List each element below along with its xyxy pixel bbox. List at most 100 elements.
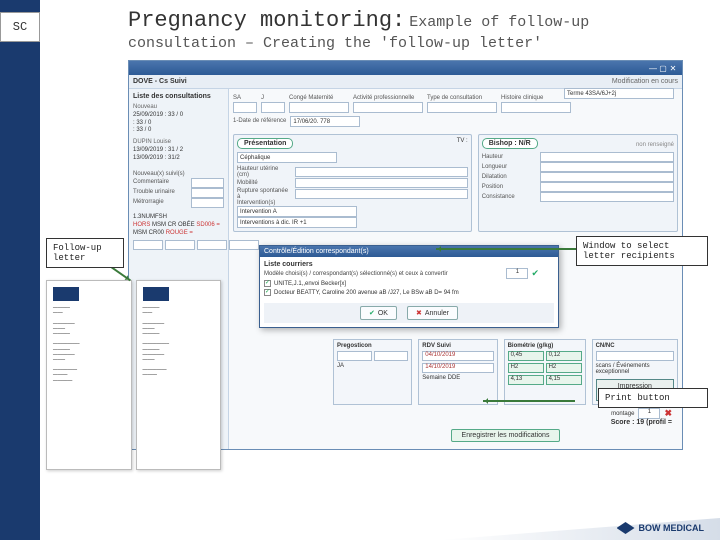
metro-input[interactable]	[191, 198, 224, 208]
window-controls[interactable]: —▢✕	[648, 64, 678, 73]
title-line2: consultation – Creating the 'follow-up l…	[128, 35, 710, 52]
preg-title: Pregosticon	[337, 343, 408, 349]
slide-title: Pregnancy monitoring: Example of follow-…	[128, 8, 710, 52]
biom-val[interactable]: H2	[508, 363, 544, 373]
app-titlebar: —▢✕	[129, 61, 682, 75]
ok-button[interactable]: ✔OK	[360, 306, 397, 320]
b-cons-inp[interactable]	[540, 192, 674, 202]
ja-lbl: JA	[337, 363, 344, 369]
hors-label: HORS	[133, 222, 150, 228]
preg-box: Pregosticon JA	[333, 339, 412, 405]
biom-val[interactable]: 4,15	[546, 375, 582, 385]
haut-inp[interactable]	[295, 167, 468, 177]
list-item[interactable]: 13/09/2019 : 31/2	[133, 155, 224, 163]
sd006-label: SD006 =	[196, 222, 220, 228]
bl-inp[interactable]	[133, 240, 163, 250]
conge-lbl: Congé Maternité	[289, 95, 349, 101]
blood-row: 1.3NUMFSH	[133, 214, 224, 222]
modif-status: Modification en cours	[612, 78, 678, 85]
date1[interactable]: 04/10/2019	[422, 351, 493, 361]
doc-logo	[143, 287, 169, 301]
footer: BOW MEDICAL	[0, 504, 720, 540]
montage-lbl: montage	[611, 411, 634, 417]
b-pos-inp[interactable]	[540, 182, 674, 192]
cancel-button[interactable]: ✖Annuler	[407, 306, 458, 320]
rouge-label: ROUGE =	[166, 230, 193, 236]
mob-lbl: Mobilité	[237, 180, 292, 186]
comment-input[interactable]	[191, 178, 224, 188]
act-input[interactable]	[353, 102, 423, 113]
correspondent-dialog: Contrôle/Édition correspondant(s) Liste …	[259, 245, 559, 328]
check-icon[interactable]: ✔	[531, 268, 539, 279]
trouble-input[interactable]	[191, 188, 224, 198]
lbl-metro: Métrorragie	[133, 199, 188, 207]
list-item[interactable]: : 33 / 0	[133, 120, 224, 128]
hist-lbl: Histoire clinique	[501, 95, 571, 101]
biom-val[interactable]: H2	[546, 363, 582, 373]
ceph-field[interactable]: Céphalique	[237, 152, 337, 163]
score-lbl: Score :	[611, 419, 635, 426]
hist-input[interactable]	[501, 102, 571, 113]
checkbox-icon[interactable]	[264, 289, 271, 296]
callout-followup: Follow-up letter	[46, 238, 124, 268]
cn-inp[interactable]	[596, 351, 674, 361]
b-dil-lbl: Dilatation	[482, 174, 537, 180]
sc-badge: SC	[0, 12, 40, 42]
checkbox-icon[interactable]	[264, 280, 271, 287]
tv-lbl: TV :	[457, 138, 468, 152]
patient-tab[interactable]: DOVE - Cs Suivi	[133, 78, 187, 85]
list-item[interactable]: 25/09/2019 : 33 / 0	[133, 112, 224, 120]
count-field[interactable]: 1	[506, 268, 528, 279]
sa-input[interactable]	[233, 102, 257, 113]
date2[interactable]: 14/10/2019	[422, 363, 493, 373]
interv-a[interactable]: Intervention A	[237, 206, 357, 217]
recipient-item[interactable]: UNITE,J.1,,envoi Becker[x]	[264, 279, 554, 288]
biom-title: Biométrie (g/kg)	[508, 343, 582, 349]
date-ref-val[interactable]: 17/06/20. 778	[290, 116, 360, 127]
delete-icon[interactable]: ✖	[664, 408, 672, 419]
preg-inp[interactable]	[337, 351, 372, 361]
list-item[interactable]: 13/09/2019 : 31 / 2	[133, 147, 224, 155]
act-lbl: Activité professionnelle	[353, 95, 423, 101]
conge-input[interactable]	[289, 102, 349, 113]
logo-icon	[617, 522, 635, 534]
sa-lbl: SA	[233, 95, 257, 101]
j-lbl: J	[261, 95, 285, 101]
biom-val[interactable]: 0,45	[508, 351, 544, 361]
grp1-lbl: Nouveau	[133, 104, 224, 112]
rupt-lbl: Rupture spontanée à	[237, 188, 292, 200]
bl-inp[interactable]	[197, 240, 227, 250]
minimize-icon: —	[648, 64, 658, 73]
recipient-text: UNITE,J.1,,envoi Becker[x]	[274, 281, 346, 287]
type-lbl: Type de consultation	[427, 95, 497, 101]
montage-num[interactable]: 1	[638, 408, 660, 419]
slide-sidebar	[0, 0, 40, 540]
mob-inp[interactable]	[295, 178, 468, 188]
j-input[interactable]	[261, 102, 285, 113]
interv-b[interactable]: Interventions à dic. IR +1	[237, 217, 357, 228]
save-button[interactable]: Enregistrer les modifications	[451, 429, 561, 442]
presentation-hdr: Présentation	[237, 138, 293, 149]
b-long-inp[interactable]	[540, 162, 674, 172]
type-input[interactable]	[427, 102, 497, 113]
doc-logo	[53, 287, 79, 301]
b-dil-inp[interactable]	[540, 172, 674, 182]
bl-inp[interactable]	[165, 240, 195, 250]
biom-val[interactable]: 0,12	[546, 351, 582, 361]
list-item[interactable]: : 33 / 0	[133, 127, 224, 135]
sem-lbl: Semaine DDE	[422, 375, 493, 381]
doc-page-1: ━━━━━━━━━━━━━━━━━━━━━━━━━━━━━━━━━━━━━━━━…	[46, 280, 132, 470]
rupt-inp[interactable]	[295, 189, 468, 199]
rdv-title: RDV Suivi	[422, 343, 493, 349]
haut-lbl: Hauteur utérine (cm)	[237, 166, 292, 178]
maximize-icon: ▢	[658, 64, 668, 73]
title-sub: Example of follow-up	[409, 14, 589, 31]
lbl-trouble: Trouble urinaire	[133, 189, 188, 197]
b-pos-lbl: Position	[482, 184, 537, 190]
recipient-item[interactable]: Docteur BEATTY, Caroline 200 avenue aB /…	[264, 288, 554, 297]
b-haut-inp[interactable]	[540, 152, 674, 162]
grp2-lbl: DUPIN Louise	[133, 139, 224, 147]
preg-inp[interactable]	[374, 351, 409, 361]
bishop-hdr: Bishop : N/R	[482, 138, 538, 149]
biom-val[interactable]: 4,13	[508, 375, 544, 385]
